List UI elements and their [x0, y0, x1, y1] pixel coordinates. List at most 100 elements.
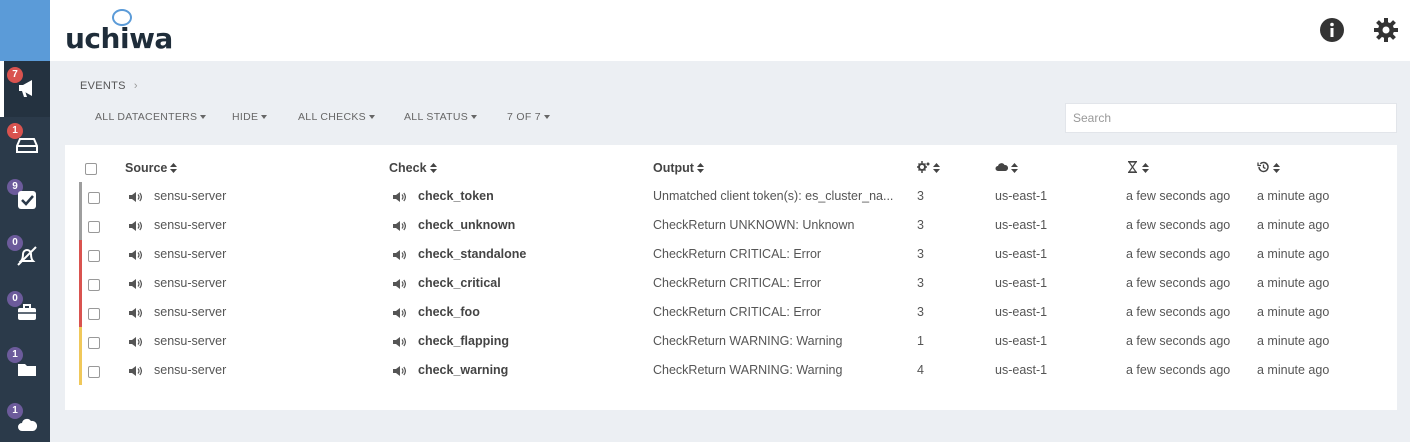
speaker-icon[interactable] — [392, 190, 406, 202]
occurrences-cell: 3 — [917, 189, 924, 203]
row-checkbox[interactable] — [88, 250, 100, 262]
folder-icon — [18, 364, 36, 376]
sort-icon — [933, 163, 940, 173]
caret-down-icon — [200, 115, 207, 120]
sidebar-item-checks[interactable]: 9 — [0, 173, 50, 229]
sidebar: 7 1 9 0 0 1 1 — [0, 0, 50, 442]
sidebar-item-clients[interactable]: 1 — [0, 117, 50, 173]
check-cell[interactable]: check_flapping — [418, 334, 509, 348]
datacenter-cell[interactable]: us-east-1 — [995, 247, 1047, 261]
speaker-icon[interactable] — [392, 248, 406, 260]
status-filter[interactable]: ALL STATUS — [404, 111, 478, 123]
row-checkbox[interactable] — [88, 337, 100, 349]
occurrences-cell: 3 — [917, 276, 924, 290]
caret-down-icon — [368, 115, 375, 120]
datacenter-cell[interactable]: us-east-1 — [995, 218, 1047, 232]
speaker-icon[interactable] — [392, 277, 406, 289]
sidebar-item-stashes[interactable]: 0 — [0, 285, 50, 341]
check-cell[interactable]: check_standalone — [418, 247, 526, 261]
source-cell[interactable]: sensu-server — [154, 276, 226, 290]
speaker-icon[interactable] — [392, 306, 406, 318]
speaker-icon[interactable] — [128, 277, 142, 289]
issued-cell: a few seconds ago — [1126, 218, 1231, 232]
table-row[interactable]: sensu-server check_token Unmatched client … — [65, 182, 1397, 211]
source-cell[interactable]: sensu-server — [154, 334, 226, 348]
source-cell[interactable]: sensu-server — [154, 189, 226, 203]
checks-filter[interactable]: ALL CHECKS — [298, 111, 375, 123]
breadcrumb: EVENTS › — [80, 80, 138, 92]
output-cell: CheckReturn CRITICAL: Error — [653, 247, 822, 261]
status-indicator-critical — [79, 298, 82, 327]
issued-column-header[interactable] — [1126, 161, 1149, 175]
speaker-icon[interactable] — [128, 364, 142, 376]
info-icon[interactable] — [1319, 17, 1345, 43]
output-column-header[interactable]: Output — [653, 161, 704, 175]
source-column-header[interactable]: Source — [125, 161, 178, 175]
check-cell[interactable]: check_foo — [418, 305, 480, 319]
occurrences-column-header[interactable] — [917, 161, 940, 175]
datacenter-cell[interactable]: us-east-1 — [995, 305, 1047, 319]
table-row[interactable]: sensu-server check_flapping CheckReturn WA… — [65, 327, 1397, 356]
speaker-icon[interactable] — [392, 364, 406, 376]
speaker-icon[interactable] — [392, 219, 406, 231]
sidebar-item-events[interactable]: 7 — [0, 61, 50, 117]
hide-filter-label: HIDE — [232, 111, 259, 123]
table-row[interactable]: sensu-server check_unknown CheckReturn UNK… — [65, 211, 1397, 240]
speaker-icon[interactable] — [392, 335, 406, 347]
speaker-icon[interactable] — [128, 190, 142, 202]
events-table-panel: Source Check Output sensu-server check_to… — [65, 145, 1397, 410]
table-row[interactable]: sensu-server check_critical CheckReturn CR… — [65, 269, 1397, 298]
row-checkbox[interactable] — [88, 279, 100, 291]
issued-cell: a few seconds ago — [1126, 276, 1231, 290]
checks-filter-label: ALL CHECKS — [298, 111, 366, 123]
pagination-dropdown[interactable]: 7 OF 7 — [507, 111, 550, 123]
sidebar-item-aggregates[interactable]: 1 — [0, 341, 50, 397]
last-state-change-column-header[interactable] — [1257, 161, 1280, 175]
gear-icon[interactable] — [1373, 17, 1399, 43]
output-cell: CheckReturn CRITICAL: Error — [653, 276, 822, 290]
check-cell[interactable]: check_warning — [418, 363, 508, 377]
datacenter-cell[interactable]: us-east-1 — [995, 334, 1047, 348]
breadcrumb-events[interactable]: EVENTS — [80, 80, 126, 92]
speaker-icon[interactable] — [128, 335, 142, 347]
megaphone-icon — [19, 80, 32, 97]
source-cell[interactable]: sensu-server — [154, 305, 226, 319]
check-cell[interactable]: check_token — [418, 189, 494, 203]
check-cell[interactable]: check_unknown — [418, 218, 515, 232]
output-cell: CheckReturn WARNING: Warning — [653, 334, 843, 348]
check-column-header[interactable]: Check — [389, 161, 437, 175]
check-header-label: Check — [389, 161, 427, 175]
datacenter-cell[interactable]: us-east-1 — [995, 276, 1047, 290]
table-row[interactable]: sensu-server check_foo CheckReturn CRITICA… — [65, 298, 1397, 327]
datacenter-cell[interactable]: us-east-1 — [995, 189, 1047, 203]
output-cell: CheckReturn UNKNOWN: Unknown — [653, 218, 855, 232]
select-all-checkbox[interactable] — [85, 163, 97, 175]
last-state-change-cell: a minute ago — [1257, 276, 1330, 290]
row-checkbox[interactable] — [88, 308, 100, 320]
row-checkbox[interactable] — [88, 192, 100, 204]
hide-filter[interactable]: HIDE — [232, 111, 268, 123]
speaker-icon[interactable] — [128, 219, 142, 231]
speaker-icon[interactable] — [128, 248, 142, 260]
source-cell[interactable]: sensu-server — [154, 218, 226, 232]
sidebar-item-silenced[interactable]: 0 — [0, 229, 50, 285]
breadcrumb-separator: › — [133, 80, 138, 92]
output-header-label: Output — [653, 161, 694, 175]
source-cell[interactable]: sensu-server — [154, 363, 226, 377]
speaker-icon[interactable] — [128, 306, 142, 318]
table-row[interactable]: sensu-server check_warning CheckReturn WAR… — [65, 356, 1397, 385]
datacenter-cell[interactable]: us-east-1 — [995, 363, 1047, 377]
row-checkbox[interactable] — [88, 221, 100, 233]
source-cell[interactable]: sensu-server — [154, 247, 226, 261]
last-state-change-cell: a minute ago — [1257, 247, 1330, 261]
row-checkbox[interactable] — [88, 366, 100, 378]
search-input[interactable] — [1065, 103, 1397, 133]
datacenter-column-header[interactable] — [995, 161, 1018, 175]
silence-icon — [17, 246, 37, 266]
datacenters-filter[interactable]: ALL DATACENTERS — [95, 111, 207, 123]
table-row[interactable]: sensu-server check_standalone CheckReturn … — [65, 240, 1397, 269]
sidebar-item-datacenters[interactable]: 1 — [0, 397, 50, 442]
briefcase-icon — [18, 304, 36, 320]
check-cell[interactable]: check_critical — [418, 276, 501, 290]
cloud-icon — [995, 163, 1008, 171]
